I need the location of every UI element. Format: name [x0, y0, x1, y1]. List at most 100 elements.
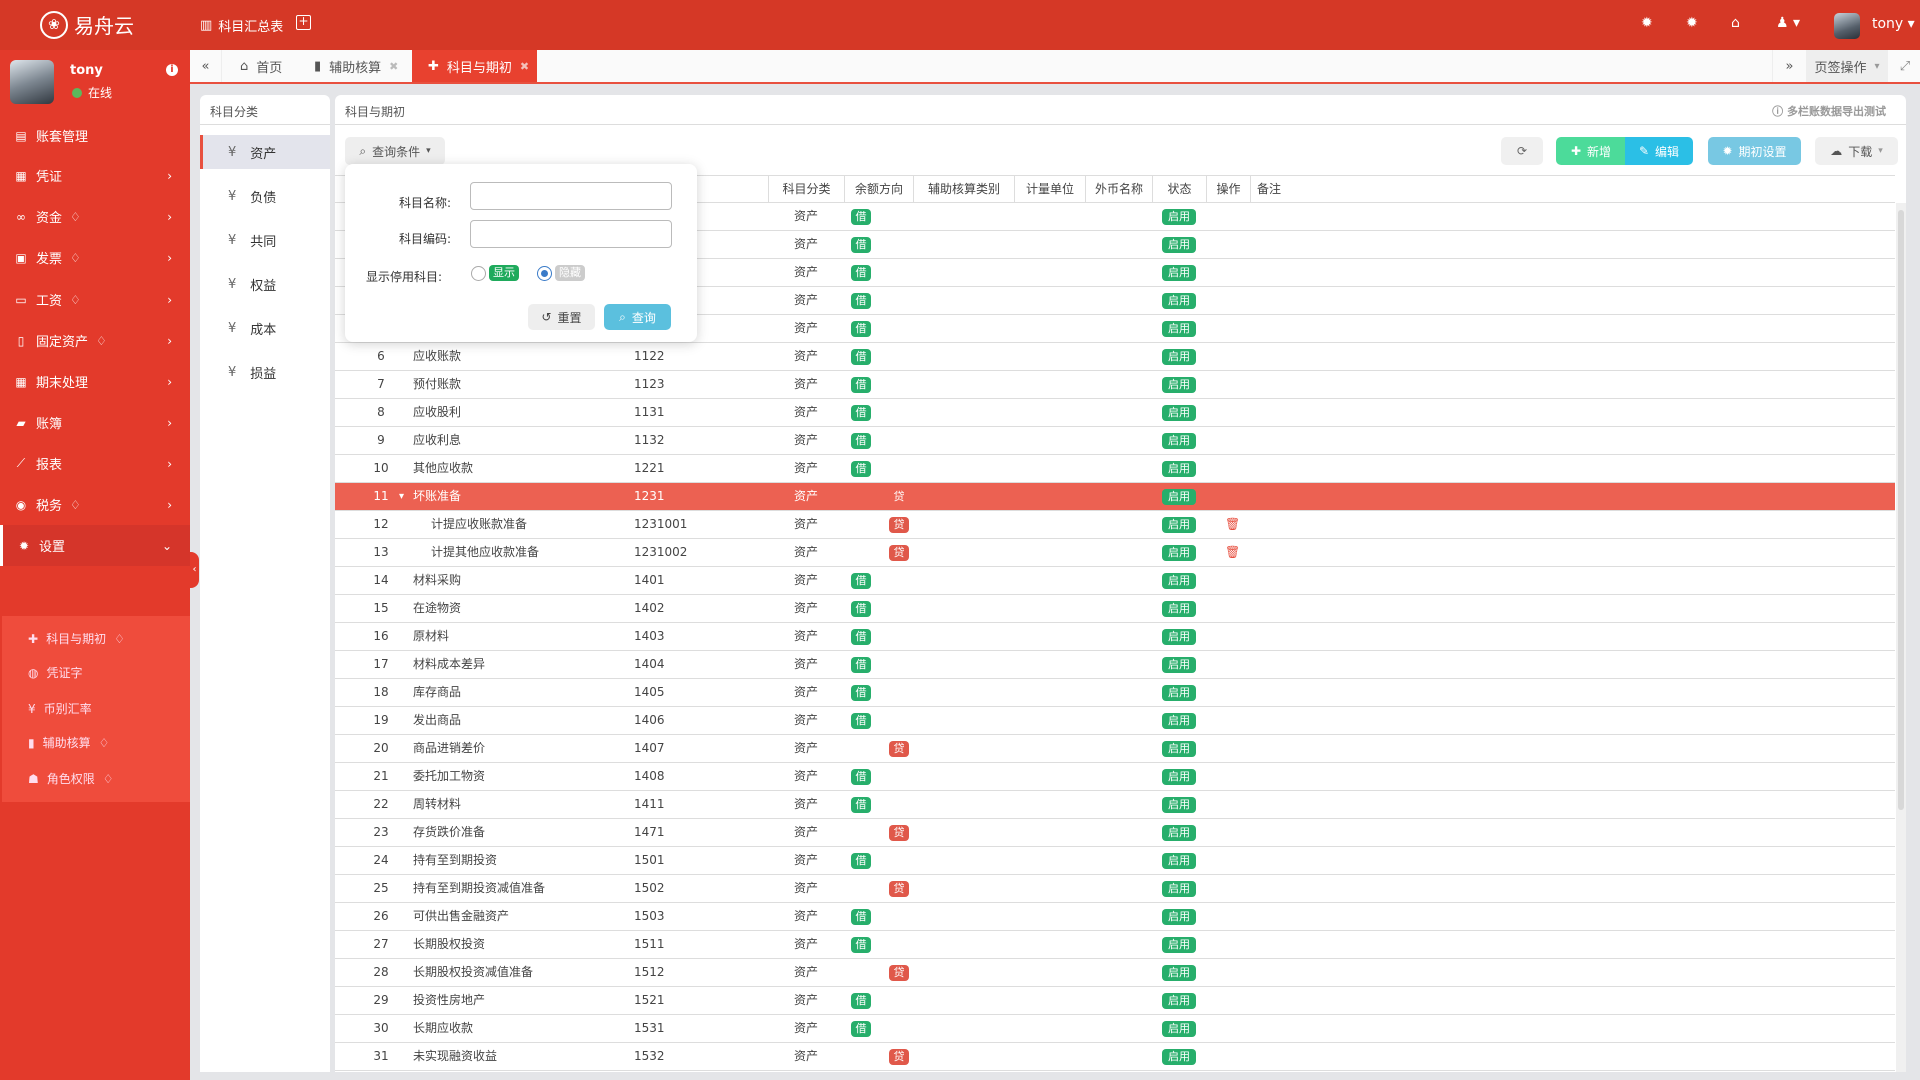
- table-row[interactable]: 19 发出商品 1406 资产 借 启用: [335, 707, 1895, 735]
- credit-badge: 贷: [889, 741, 909, 757]
- trash-icon[interactable]: 🗑: [1225, 511, 1240, 538]
- period-settings-button[interactable]: ✹ 期初设置: [1708, 137, 1801, 165]
- query-conditions-button[interactable]: ⌕ 查询条件 ▾: [345, 137, 445, 165]
- table-row[interactable]: 17 材料成本差异 1404 资产 借 启用: [335, 651, 1895, 679]
- category-item[interactable]: ¥ 损益: [200, 355, 330, 389]
- export-test-hint[interactable]: ⓘ 多栏账数据导出测试: [1772, 103, 1886, 119]
- add-quick-link-icon[interactable]: +: [296, 15, 311, 30]
- table-row[interactable]: 22 周转材料 1411 资产 借 启用: [335, 791, 1895, 819]
- submenu-item[interactable]: ▮ 辅助核算 ♢: [28, 734, 109, 751]
- close-icon[interactable]: ✖: [389, 60, 398, 73]
- table-row[interactable]: 12 计提应收账款准备 1231001 资产 贷 启用 🗑: [335, 511, 1895, 539]
- sidebar-item[interactable]: ◉ 税务 ♢ ›: [0, 484, 190, 525]
- chevron-down-icon: ⌄: [161, 538, 172, 553]
- table-row[interactable]: 18 库存商品 1405 资产 借 启用: [335, 679, 1895, 707]
- sidebar-item[interactable]: ▣ 发票 ♢ ›: [0, 237, 190, 278]
- bug-icon[interactable]: ✹: [1686, 15, 1698, 31]
- account-code: 1408: [634, 769, 665, 783]
- table-row[interactable]: 21 委托加工物资 1408 资产 借 启用: [335, 763, 1895, 791]
- user-menu-icon[interactable]: ♟ ▾: [1776, 15, 1800, 31]
- table-row[interactable]: 31 未实现融资收益 1532 资产 贷 启用: [335, 1043, 1895, 1071]
- column-header[interactable]: 计量单位: [1014, 176, 1085, 203]
- table-row[interactable]: 14 材料采购 1401 资产 借 启用: [335, 567, 1895, 595]
- column-header[interactable]: 科目分类: [768, 176, 844, 203]
- column-header[interactable]: 备注: [1250, 176, 1895, 203]
- sidebar-item[interactable]: ▦ 期末处理 ›: [0, 361, 190, 402]
- table-row[interactable]: 25 持有至到期投资减值准备 1502 资产 贷 启用: [335, 875, 1895, 903]
- submenu-item[interactable]: ¥ 币别汇率: [28, 700, 92, 717]
- sidebar-item[interactable]: ✹ 设置 ⌄: [0, 525, 190, 566]
- sidebar-item[interactable]: ⟋ 报表 ›: [0, 443, 190, 484]
- table-row[interactable]: 29 投资性房地产 1521 资产 借 启用: [335, 987, 1895, 1015]
- table-row[interactable]: 23 存货跌价准备 1471 资产 贷 启用: [335, 819, 1895, 847]
- info-icon[interactable]: i: [166, 64, 178, 76]
- table-row[interactable]: 28 长期股权投资减值准备 1512 资产 贷 启用: [335, 959, 1895, 987]
- category-item[interactable]: ¥ 共同: [200, 223, 330, 257]
- table-row[interactable]: 10 其他应收款 1221 资产 借 启用: [335, 455, 1895, 483]
- tab-home[interactable]: ⌂ 首页: [240, 50, 320, 82]
- quick-link-summary[interactable]: ▥ 科目汇总表: [200, 16, 283, 35]
- header-username[interactable]: tony ▾: [1872, 16, 1915, 32]
- table-row[interactable]: 24 持有至到期投资 1501 资产 借 启用: [335, 847, 1895, 875]
- account-code-input[interactable]: [470, 220, 672, 248]
- collapse-sidebar-button[interactable]: ‹: [190, 552, 199, 588]
- table-row[interactable]: 16 原材料 1403 资产 借 启用: [335, 623, 1895, 651]
- sidebar-item[interactable]: ▰ 账簿 ›: [0, 402, 190, 443]
- table-row[interactable]: 15 在途物资 1402 资产 借 启用: [335, 595, 1895, 623]
- page-ops-dropdown[interactable]: 页签操作 ▾: [1806, 50, 1888, 82]
- submenu-item[interactable]: ☗ 角色权限 ♢: [28, 770, 114, 787]
- radio-hide[interactable]: [537, 266, 552, 281]
- column-header[interactable]: 外币名称: [1085, 176, 1152, 203]
- sidebar-item[interactable]: ▦ 凭证 ›: [0, 155, 190, 196]
- scroll-tabs-right-button[interactable]: »: [1772, 50, 1806, 82]
- table-row[interactable]: 9 应收利息 1132 资产 借 启用: [335, 427, 1895, 455]
- table-row[interactable]: 27 长期股权投资 1511 资产 借 启用: [335, 931, 1895, 959]
- column-header[interactable]: 状态: [1152, 176, 1206, 203]
- table-row[interactable]: 8 应收股利 1131 资产 借 启用: [335, 399, 1895, 427]
- submenu-item[interactable]: ◍ 凭证字: [28, 664, 83, 681]
- submenu-item[interactable]: ✚ 科目与期初 ♢: [28, 630, 125, 647]
- radio-show[interactable]: [471, 266, 486, 281]
- download-dropdown[interactable]: ☁ 下载 ▾: [1815, 137, 1898, 165]
- edit-button[interactable]: ✎ 编辑: [1625, 137, 1693, 165]
- column-header[interactable]: 余额方向: [844, 176, 913, 203]
- sidebar-item[interactable]: ▯ 固定资产 ♢ ›: [0, 320, 190, 361]
- category-item[interactable]: ¥ 负债: [200, 179, 330, 213]
- avatar[interactable]: [1834, 13, 1860, 39]
- add-button[interactable]: ✚ 新增: [1556, 137, 1626, 165]
- tab-accounts[interactable]: ✚ 科目与期初 ✖: [412, 50, 537, 82]
- fullscreen-icon[interactable]: ⤢: [1890, 50, 1920, 82]
- close-icon[interactable]: ✖: [520, 60, 529, 73]
- trash-icon[interactable]: 🗑: [1225, 539, 1240, 566]
- table-row[interactable]: 6 应收账款 1122 资产 借 启用: [335, 343, 1895, 371]
- table-row[interactable]: 7 预付账款 1123 资产 借 启用: [335, 371, 1895, 399]
- table-row[interactable]: 30 长期应收款 1531 资产 借 启用: [335, 1015, 1895, 1043]
- status-badge: 启用: [1162, 797, 1196, 813]
- account-name-input[interactable]: [470, 182, 672, 210]
- sidebar-item[interactable]: ∞ 资金 ♢ ›: [0, 196, 190, 237]
- tab-auxiliary[interactable]: ▮ 辅助核算 ✖: [314, 50, 416, 82]
- reset-button[interactable]: ↺ 重置: [528, 304, 595, 330]
- hide-option-label[interactable]: 隐藏: [555, 265, 585, 281]
- scrollbar-thumb[interactable]: [1898, 210, 1904, 810]
- category-item[interactable]: ¥ 成本: [200, 311, 330, 345]
- table-row[interactable]: 26 可供出售金融资产 1503 资产 借 启用: [335, 903, 1895, 931]
- show-option-label[interactable]: 显示: [489, 265, 519, 281]
- category-item[interactable]: ¥ 资产: [200, 135, 330, 169]
- expand-caret-icon[interactable]: ▾: [399, 483, 404, 510]
- column-header[interactable]: 操作: [1206, 176, 1250, 203]
- search-button[interactable]: ⌕ 查询: [604, 304, 671, 330]
- category-item[interactable]: ¥ 权益: [200, 267, 330, 301]
- table-row[interactable]: 20 商品进销差价 1407 资产 贷 启用: [335, 735, 1895, 763]
- table-row[interactable]: 11 ▾ 坏账准备 1231 资产 贷 启用: [335, 483, 1895, 511]
- brand-logo[interactable]: ❀ 易舟云: [40, 10, 134, 39]
- refresh-button[interactable]: ⟳: [1501, 137, 1543, 165]
- home-icon[interactable]: ⌂: [1731, 15, 1740, 31]
- row-index: 8: [377, 405, 385, 419]
- sidebar-item[interactable]: ▤ 账套管理: [0, 115, 190, 156]
- table-row[interactable]: 13 计提其他应收款准备 1231002 资产 贷 启用 🗑: [335, 539, 1895, 567]
- bug-icon[interactable]: ✹: [1641, 15, 1653, 31]
- column-header[interactable]: 辅助核算类别: [913, 176, 1014, 203]
- scroll-tabs-left-button[interactable]: «: [190, 50, 222, 82]
- sidebar-item[interactable]: ▭ 工资 ♢ ›: [0, 279, 190, 320]
